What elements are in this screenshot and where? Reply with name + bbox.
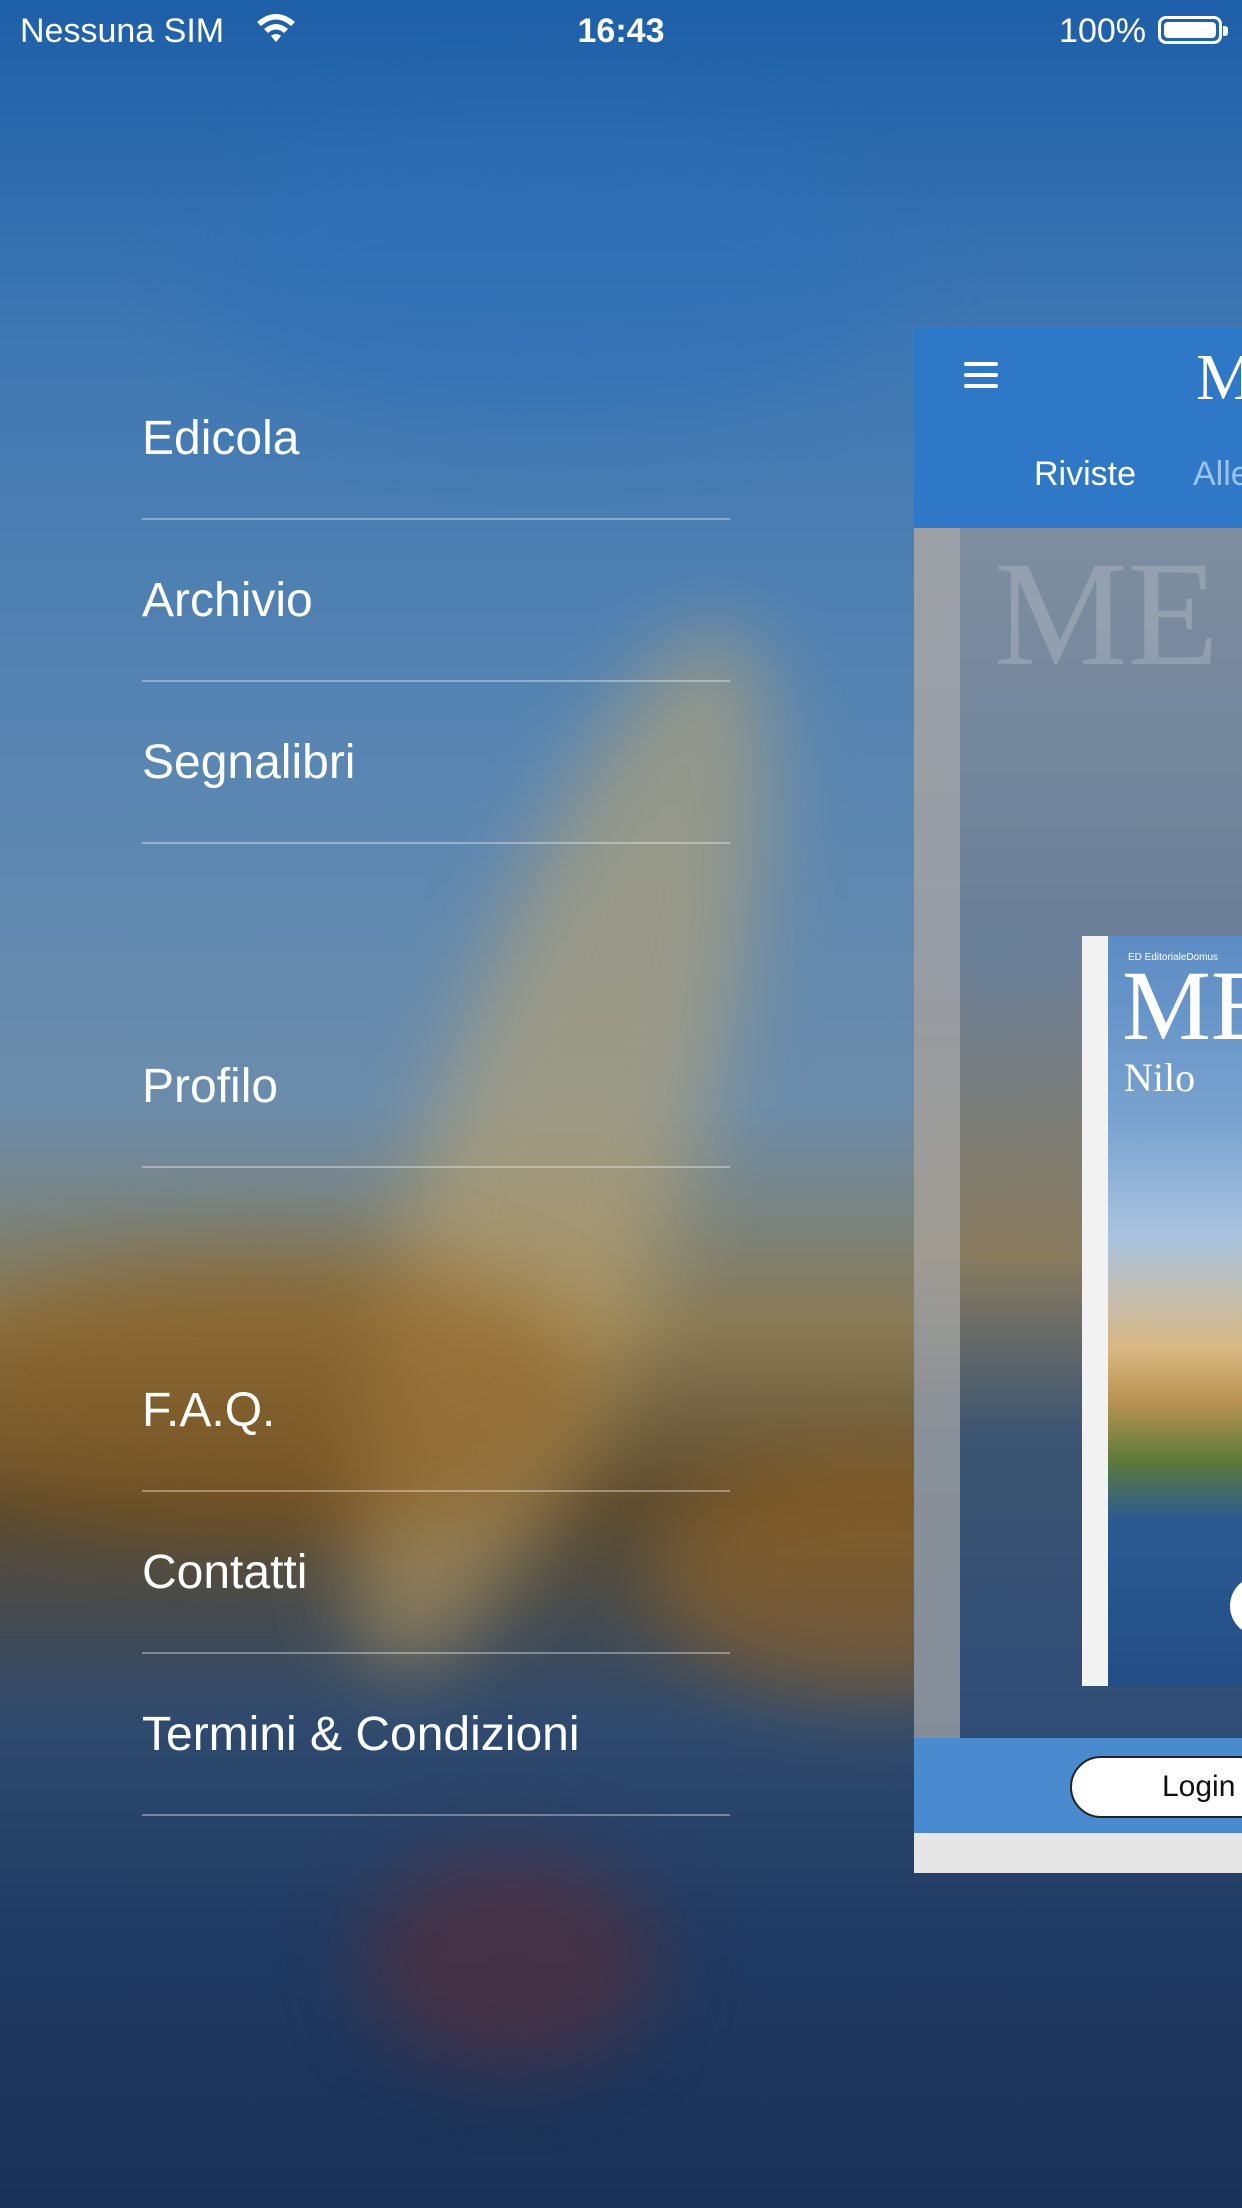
clock: 16:43 [577, 12, 665, 50]
app-footer: Login [914, 1738, 1242, 1833]
tab-allegati[interactable]: Alle [1193, 455, 1242, 494]
preview-bottom-edge [914, 1833, 1242, 1873]
menu-item-faq[interactable]: F.A.Q. [142, 1330, 730, 1492]
menu-item-label: Profilo [142, 1059, 279, 1113]
menu-item-edicola[interactable]: Edicola [142, 358, 730, 520]
status-bar: Nessuna SIM 16:43 100% [0, 0, 1242, 62]
tab-riviste[interactable]: Riviste [1034, 455, 1136, 494]
battery-percent: 100% [1059, 12, 1146, 50]
menu-item-label: Segnalibri [142, 735, 356, 789]
magazine-area: ME ED EditorialeDomus ME Nilo [914, 528, 1242, 1738]
menu-item-label: Archivio [142, 573, 313, 627]
cover-title: ME [1122, 950, 1242, 1061]
side-strip [914, 528, 960, 1738]
battery-icon [1158, 16, 1228, 44]
hamburger-menu-icon[interactable] [964, 362, 998, 388]
main-screen-preview[interactable]: M Riviste Alle ME ED EditorialeDomus ME … [914, 328, 1242, 1873]
login-button[interactable]: Login [1070, 1756, 1242, 1818]
menu-item-label: F.A.Q. [142, 1383, 276, 1437]
login-label: Login [1162, 1770, 1236, 1803]
app-logo: M [1196, 341, 1242, 414]
menu-item-label: Termini & Condizioni [142, 1707, 580, 1761]
menu-item-label: Edicola [142, 411, 300, 465]
cover-image: ED EditorialeDomus ME Nilo [1108, 936, 1242, 1686]
menu-item-profilo[interactable]: Profilo [142, 1006, 730, 1168]
menu-item-contatti[interactable]: Contatti [142, 1492, 730, 1654]
menu-item-segnalibri[interactable]: Segnalibri [142, 682, 730, 844]
menu-item-termini[interactable]: Termini & Condizioni [142, 1654, 730, 1816]
app-header: M Riviste Alle [914, 328, 1242, 528]
magazine-cover[interactable]: ED EditorialeDomus ME Nilo [1082, 936, 1242, 1686]
menu-item-archivio[interactable]: Archivio [142, 520, 730, 682]
menu-item-label: Contatti [142, 1545, 308, 1599]
background-cover-title: ME [994, 531, 1219, 697]
cover-subtitle: Nilo [1124, 1055, 1196, 1100]
